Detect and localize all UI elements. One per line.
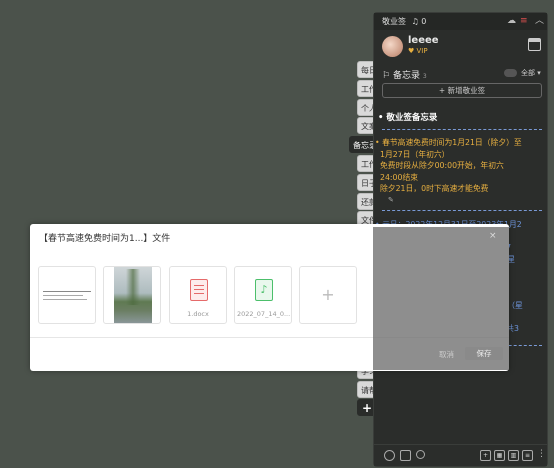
divider <box>382 129 542 130</box>
bell-count: 0 <box>421 17 427 26</box>
clock-icon[interactable] <box>384 450 395 461</box>
cloud-icon[interactable]: ☁ <box>507 13 516 30</box>
memo-line: 除夕21日，0时下高速才能免费 <box>380 184 489 193</box>
bookmark-icon: ⚐ <box>382 71 391 81</box>
file-thumbnail-audio[interactable]: ♪ 2022_07_14_0... <box>234 266 292 324</box>
memo-line: 免费时段从除夕00:00开始，年初六 <box>380 161 504 170</box>
file-thumbnail-photo[interactable] <box>103 266 161 324</box>
memo-header[interactable]: ⚐ 备忘录 3 <box>382 68 427 81</box>
section-title: • 敬业签备忘录 <box>378 113 438 123</box>
filter-dropdown[interactable]: 全部 ▾ <box>521 68 541 78</box>
add-memo-button[interactable]: + 新增敬业签 <box>382 83 542 98</box>
close-icon[interactable]: × <box>489 231 497 241</box>
dialog-title: 【春节高速免费时间为1...】文件 <box>39 234 171 244</box>
memo-count: 3 <box>422 73 427 80</box>
divider <box>382 210 542 211</box>
memo-line: 24:00结束 <box>380 172 419 182</box>
more-icon[interactable]: ⋮ <box>537 449 546 459</box>
bell-icon[interactable]: ♫ <box>412 17 419 26</box>
cancel-button[interactable]: 取消 <box>439 349 454 360</box>
edit-icon[interactable]: ✎ <box>388 196 394 204</box>
dialog-overlay: × 取消 保存 <box>373 227 509 370</box>
file-thumbnail-document[interactable] <box>38 266 96 324</box>
vip-badge: ♥ VIP <box>408 47 428 55</box>
add-file-button[interactable]: + <box>299 266 357 324</box>
toggle-switch[interactable] <box>504 69 517 77</box>
layout-icon[interactable]: ▥ <box>508 450 519 461</box>
calendar-icon[interactable] <box>528 38 541 51</box>
audio-file-icon: ♪ <box>255 279 273 301</box>
panel-topbar[interactable]: 敬业签 ♫ 0 ☁ ≡ ︿ <box>374 13 547 30</box>
save-button[interactable]: 保存 <box>465 347 503 360</box>
app-title: 敬业签 <box>382 17 406 26</box>
collapse-icon[interactable]: ︿ <box>535 13 544 30</box>
docx-file-icon <box>190 279 208 301</box>
menu-icon[interactable]: ≡ <box>522 450 533 461</box>
memo-note-1[interactable]: • 春节高速免费时间为1月21日（除夕）至 1月27日（年初六） 免费时段从除夕00… <box>375 137 546 195</box>
user-name[interactable]: leeee <box>408 35 439 46</box>
avatar[interactable] <box>382 36 403 57</box>
list-icon[interactable]: ≡ <box>520 13 528 30</box>
panel-bottom-toolbar: + ▦ ▥ ≡ ⋮ <box>374 444 547 466</box>
add-icon[interactable]: + <box>480 450 491 461</box>
file-thumbnail-docx[interactable]: 1.docx <box>169 266 227 324</box>
memo-line: • 春节高速免费时间为1月21日（除夕）至 <box>375 138 522 147</box>
grid-icon[interactable]: ▦ <box>494 450 505 461</box>
memo-line: 1月27日（年初六） <box>380 149 450 159</box>
search-icon[interactable] <box>416 450 425 459</box>
calendar-icon[interactable] <box>400 450 411 461</box>
